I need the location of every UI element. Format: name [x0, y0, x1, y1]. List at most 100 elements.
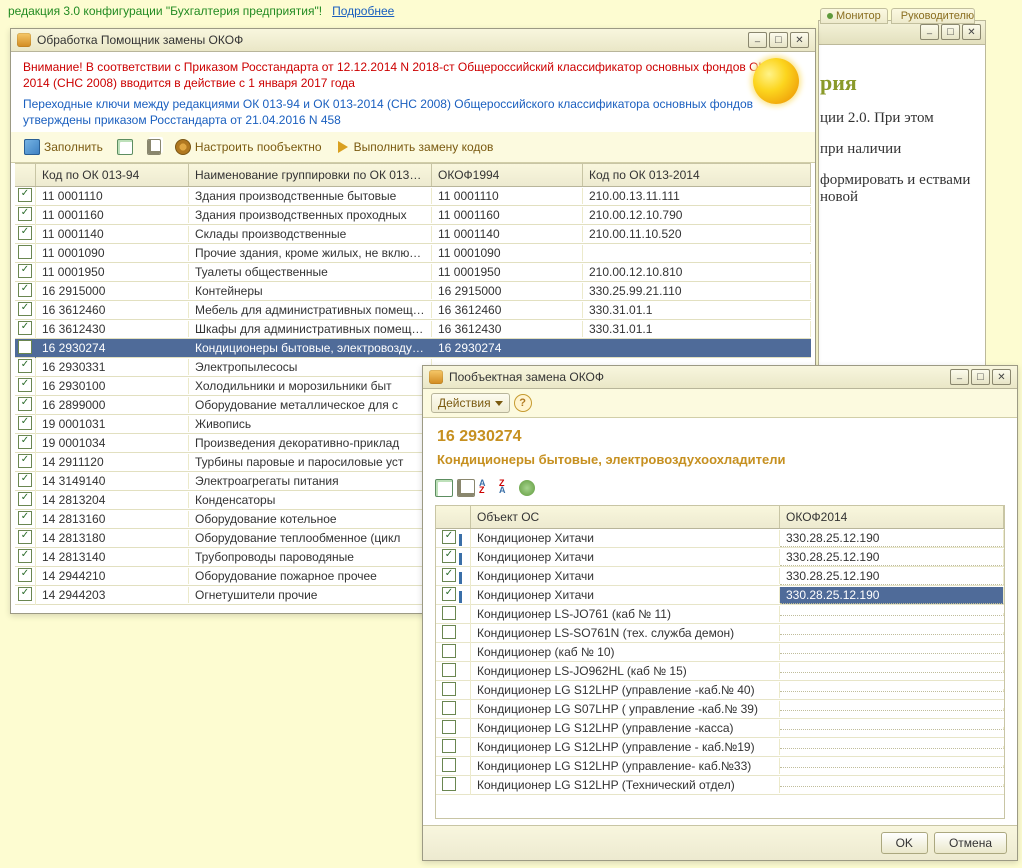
table-row[interactable]: 16 2915000Контейнеры16 2915000330.25.99.…	[15, 282, 811, 301]
close-button[interactable]	[992, 369, 1011, 385]
row-checkbox[interactable]	[18, 397, 32, 411]
row-checkbox[interactable]	[442, 587, 456, 601]
row-checkbox[interactable]	[442, 663, 456, 677]
table-row[interactable]: Кондиционер LG S12LHP (управление -касса…	[436, 719, 1004, 738]
table-row[interactable]: 11 0001110Здания производственные бытовы…	[15, 187, 811, 206]
table-row[interactable]: Кондиционер Хитачи330.28.25.12.190	[436, 567, 1004, 586]
row-checkbox[interactable]	[442, 644, 456, 658]
table-row[interactable]: Кондиционер LS-JO962HL (каб № 15)	[436, 662, 1004, 681]
row-checkbox[interactable]	[18, 245, 32, 259]
cancel-button[interactable]: Отмена	[934, 832, 1007, 854]
run-button[interactable]: Выполнить замену кодов	[331, 136, 499, 158]
row-checkbox[interactable]	[18, 321, 32, 335]
row-checkbox[interactable]	[442, 720, 456, 734]
table-row[interactable]: Кондиционер LG S12LHP (Технический отдел…	[436, 776, 1004, 795]
row-checkbox[interactable]	[18, 226, 32, 240]
copy-icon[interactable]	[457, 479, 475, 497]
maximize-button[interactable]	[971, 369, 990, 385]
table-row[interactable]: 11 0001160Здания производственных проход…	[15, 206, 811, 225]
tab-monitor[interactable]: Монитор	[820, 8, 888, 24]
row-checkbox[interactable]	[18, 264, 32, 278]
sub-toolbar: Действия ?	[423, 389, 1017, 418]
ok-button[interactable]: OK	[881, 832, 928, 854]
row-checkbox[interactable]	[442, 625, 456, 639]
maximize-button[interactable]	[769, 32, 788, 48]
titlebar[interactable]: Пообъектная замена ОКОФ	[423, 366, 1017, 389]
row-checkbox[interactable]	[18, 492, 32, 506]
copy-button[interactable]	[142, 136, 166, 158]
row-checkbox[interactable]	[18, 530, 32, 544]
sheet-icon	[117, 139, 133, 155]
row-checkbox[interactable]	[442, 549, 456, 563]
table-row[interactable]: 16 3612430Шкафы для административных пом…	[15, 320, 811, 339]
row-checkbox[interactable]	[18, 378, 32, 392]
row-checkbox[interactable]	[18, 340, 32, 354]
row-checkbox[interactable]	[442, 739, 456, 753]
table-row[interactable]: Кондиционер LS-SO761N (тех. служба демон…	[436, 624, 1004, 643]
row-checkbox[interactable]	[18, 302, 32, 316]
sub-grid-body[interactable]: Кондиционер Хитачи330.28.25.12.190Кондиц…	[436, 529, 1004, 818]
help-button[interactable]: ?	[514, 394, 532, 412]
row-checkbox[interactable]	[18, 188, 32, 202]
minimize-button[interactable]	[748, 32, 767, 48]
table-row[interactable]: 11 0001950Туалеты общественные11 0001950…	[15, 263, 811, 282]
actions-dropdown[interactable]: Действия	[431, 393, 510, 413]
table-row[interactable]: 16 3612460Мебель для административных по…	[15, 301, 811, 320]
row-checkbox[interactable]	[442, 701, 456, 715]
row-checkbox[interactable]	[18, 549, 32, 563]
main-toolbar: Заполнить Настроить пообъектно Выполнить…	[11, 132, 815, 163]
row-checkbox[interactable]	[442, 758, 456, 772]
table-row[interactable]: Кондиционер Хитачи330.28.25.12.190	[436, 529, 1004, 548]
settings-button[interactable]: Настроить пообъектно	[170, 136, 327, 158]
row-checkbox[interactable]	[18, 359, 32, 373]
table-row[interactable]: Кондиционер LG S07LHP ( управление -каб.…	[436, 700, 1004, 719]
table-row[interactable]: Кондиционер LG S12LHP (управление -каб.№…	[436, 681, 1004, 700]
table-row[interactable]: Кондиционер LS-JO761 (каб № 11)	[436, 605, 1004, 624]
row-checkbox[interactable]	[18, 435, 32, 449]
close-icon[interactable]	[962, 24, 981, 40]
minimize-icon[interactable]	[920, 24, 939, 40]
table-row[interactable]: 11 0001140Склады производственные11 0001…	[15, 225, 811, 244]
minimize-button[interactable]	[950, 369, 969, 385]
row-checkbox[interactable]	[442, 606, 456, 620]
row-checkbox[interactable]	[18, 587, 32, 601]
notification-link[interactable]: Подробнее	[332, 4, 394, 18]
okof-code: 16 2930274	[437, 428, 1003, 446]
row-checkbox[interactable]	[18, 416, 32, 430]
table-row[interactable]: 11 0001090Прочие здания, кроме жилых, не…	[15, 244, 811, 263]
row-checkbox[interactable]	[442, 568, 456, 582]
row-marker	[459, 591, 462, 603]
maximize-icon[interactable]	[941, 24, 960, 40]
row-checkbox[interactable]	[18, 568, 32, 582]
table-row[interactable]: Кондиционер Хитачи330.28.25.12.190	[436, 586, 1004, 605]
row-checkbox[interactable]	[18, 473, 32, 487]
row-checkbox[interactable]	[18, 207, 32, 221]
sort-asc-icon[interactable]: AZ	[479, 480, 495, 496]
row-checkbox[interactable]	[18, 454, 32, 468]
row-checkbox[interactable]	[442, 777, 456, 791]
row-checkbox[interactable]	[442, 530, 456, 544]
background-content: рия ции 2.0. При этом при наличии формир…	[820, 50, 980, 400]
table-row[interactable]: Кондиционер (каб № 10)	[436, 643, 1004, 662]
grid-header: Код по ОК 013-94 Наименование группировк…	[15, 164, 811, 187]
sub-grid: Объект ОС ОКОФ2014 Кондиционер Хитачи330…	[435, 505, 1005, 819]
row-marker	[459, 553, 462, 565]
table-row[interactable]: Кондиционер LG S12LHP (управление - каб.…	[436, 738, 1004, 757]
row-checkbox[interactable]	[18, 283, 32, 297]
object-replace-window: Пообъектная замена ОКОФ Действия ? 16 29…	[422, 365, 1018, 861]
sort-desc-icon[interactable]: ZA	[499, 480, 515, 496]
close-button[interactable]	[790, 32, 809, 48]
titlebar[interactable]: Обработка Помощник замены ОКОФ	[11, 29, 815, 52]
sheet-icon[interactable]	[435, 479, 453, 497]
table-row[interactable]: Кондиционер Хитачи330.28.25.12.190	[436, 548, 1004, 567]
row-checkbox[interactable]	[18, 511, 32, 525]
chevron-down-icon	[495, 401, 503, 406]
tab-manager[interactable]: Руководителю	[891, 8, 975, 24]
table-row[interactable]: 16 2930274Кондиционеры бытовые, электров…	[15, 339, 811, 358]
okof-name: Кондиционеры бытовые, электровоздухоохла…	[437, 452, 1003, 467]
table-row[interactable]: Кондиционер LG S12LHP (управление- каб.№…	[436, 757, 1004, 776]
row-checkbox[interactable]	[442, 682, 456, 696]
sheet-button[interactable]	[112, 136, 138, 158]
fill-button[interactable]: Заполнить	[19, 136, 108, 158]
refresh-icon[interactable]	[519, 480, 535, 496]
